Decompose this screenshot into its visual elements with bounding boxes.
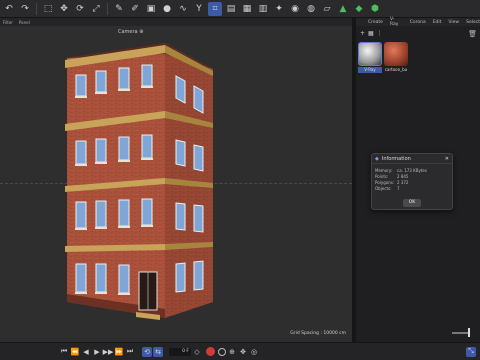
tree-icon[interactable]: ▲ <box>336 2 350 16</box>
ok-button[interactable]: OK <box>403 199 421 207</box>
scale-icon[interactable]: ⤢ <box>89 2 103 16</box>
prev-key-icon[interactable]: ⏪ <box>70 347 80 357</box>
range-icon[interactable]: ⇆ <box>153 346 163 357</box>
keyframe-icon[interactable]: ◇ <box>192 347 202 357</box>
frame-field[interactable]: 0 F <box>169 347 191 356</box>
render-view-icon[interactable]: ▦ <box>240 2 254 16</box>
close-icon[interactable]: ✕ <box>445 156 449 162</box>
toolbar-divider <box>107 2 108 15</box>
info-icon: ◆ <box>375 155 379 162</box>
zoom-slider-handle[interactable] <box>468 328 470 337</box>
main-toolbar: ↶ ↷ ⬚ ✥ ⟳ ⤢ ✎ ✐ ▣ ● ∿ Y ⌗ ▤ ▦ ▥ ✦ ◉ ◍ ▱ … <box>0 0 480 18</box>
material-manager-menu: Create V-Ray Corona Edit View Select <box>356 17 480 27</box>
pen-icon[interactable]: ✎ <box>112 2 126 16</box>
sky-icon[interactable]: ◆ <box>352 2 366 16</box>
position-key-icon[interactable]: ✥ <box>238 347 248 357</box>
light-icon[interactable]: ✦ <box>272 2 286 16</box>
material-icon[interactable]: ◍ <box>304 2 318 16</box>
key-selection-icon[interactable]: ⊕ <box>227 347 237 357</box>
material-label: V-Ray <box>358 67 382 73</box>
menu-select[interactable]: Select <box>466 20 480 25</box>
rotation-key-icon[interactable]: ◎ <box>249 347 259 357</box>
next-key-icon[interactable]: ⏩ <box>114 347 124 357</box>
viewport-menu: Filter Panel <box>0 18 352 26</box>
filter-icon[interactable]: ⋮ <box>377 30 383 37</box>
material-swatch-vray[interactable] <box>358 42 382 66</box>
go-to-start-icon[interactable]: ⏮ <box>59 347 69 357</box>
sphere-icon[interactable]: ● <box>160 2 174 16</box>
prev-frame-icon[interactable]: ◀ <box>81 347 91 357</box>
information-dialog: ◆ Information ✕ Memory: ca. 173 KBytes Po… <box>371 153 453 210</box>
dialog-title: Information <box>381 155 411 162</box>
3d-viewport[interactable]: Camera ⊕ Grid Spacing: 10000 cm <box>0 26 352 342</box>
brush-icon[interactable]: ✐ <box>128 2 142 16</box>
app-window: ↶ ↷ ⬚ ✥ ⟳ ⤢ ✎ ✐ ▣ ● ∿ Y ⌗ ▤ ▦ ▥ ✦ ◉ ◍ ▱ … <box>0 0 480 360</box>
cloud-icon[interactable]: ⬢ <box>368 2 382 16</box>
timeline-settings-icon[interactable]: ⤡ <box>466 346 476 357</box>
material-toolbar: + ▦ ⋮ <box>360 30 383 37</box>
go-to-end-icon[interactable]: ⏭ <box>125 347 135 357</box>
film-icon[interactable]: ▤ <box>224 2 238 16</box>
timeline-bar: ⏮ ⏪ ◀ ▶ ▶▶ ⏩ ⏭ ⟲ ⇆ 0 F ◇ ⊕ ✥ ◎ ⤡ <box>0 342 480 360</box>
material-label: cartoon_bu <box>384 67 408 72</box>
dialog-title-bar[interactable]: ◆ Information ✕ <box>372 154 452 164</box>
select-icon[interactable]: ⬚ <box>41 2 55 16</box>
spline-icon[interactable]: ∿ <box>176 2 190 16</box>
play-icon[interactable]: ▶ <box>92 347 102 357</box>
grid-view-icon[interactable]: ▦ <box>368 30 374 37</box>
undo-icon[interactable]: ↶ <box>2 2 16 16</box>
camera-icon[interactable]: ◉ <box>288 2 302 16</box>
add-icon[interactable]: + <box>360 30 365 37</box>
loop-icon[interactable]: ⟲ <box>142 346 152 357</box>
info-row-objects: Objects: 7 <box>375 185 400 191</box>
building-model[interactable] <box>0 26 352 342</box>
material-swatch-brick[interactable] <box>384 42 408 66</box>
floor-icon[interactable]: ▱ <box>320 2 334 16</box>
toolbar-divider <box>36 2 37 15</box>
redo-icon[interactable]: ↷ <box>18 2 32 16</box>
render-region-icon[interactable]: ⌗ <box>208 1 222 16</box>
grid-spacing-label: Grid Spacing : 10000 cm <box>290 331 346 336</box>
next-frame-icon[interactable]: ▶▶ <box>103 347 114 357</box>
auto-key-icon[interactable] <box>218 347 226 356</box>
viewport-menu-panel[interactable]: Panel <box>19 20 30 25</box>
cube-icon[interactable]: ▣ <box>144 2 158 16</box>
menu-create[interactable]: Create <box>368 20 383 25</box>
trash-icon[interactable]: 🗑 <box>468 30 477 38</box>
viewport-menu-filter[interactable]: Filter <box>3 20 13 25</box>
menu-edit[interactable]: Edit <box>433 20 442 25</box>
deformer-icon[interactable]: Y <box>192 2 206 16</box>
record-icon[interactable] <box>206 347 215 356</box>
render-settings-icon[interactable]: ▥ <box>256 2 270 16</box>
move-icon[interactable]: ✥ <box>57 2 71 16</box>
rotate-icon[interactable]: ⟳ <box>73 2 87 16</box>
menu-corona[interactable]: Corona <box>410 20 426 25</box>
menu-view[interactable]: View <box>448 20 459 25</box>
